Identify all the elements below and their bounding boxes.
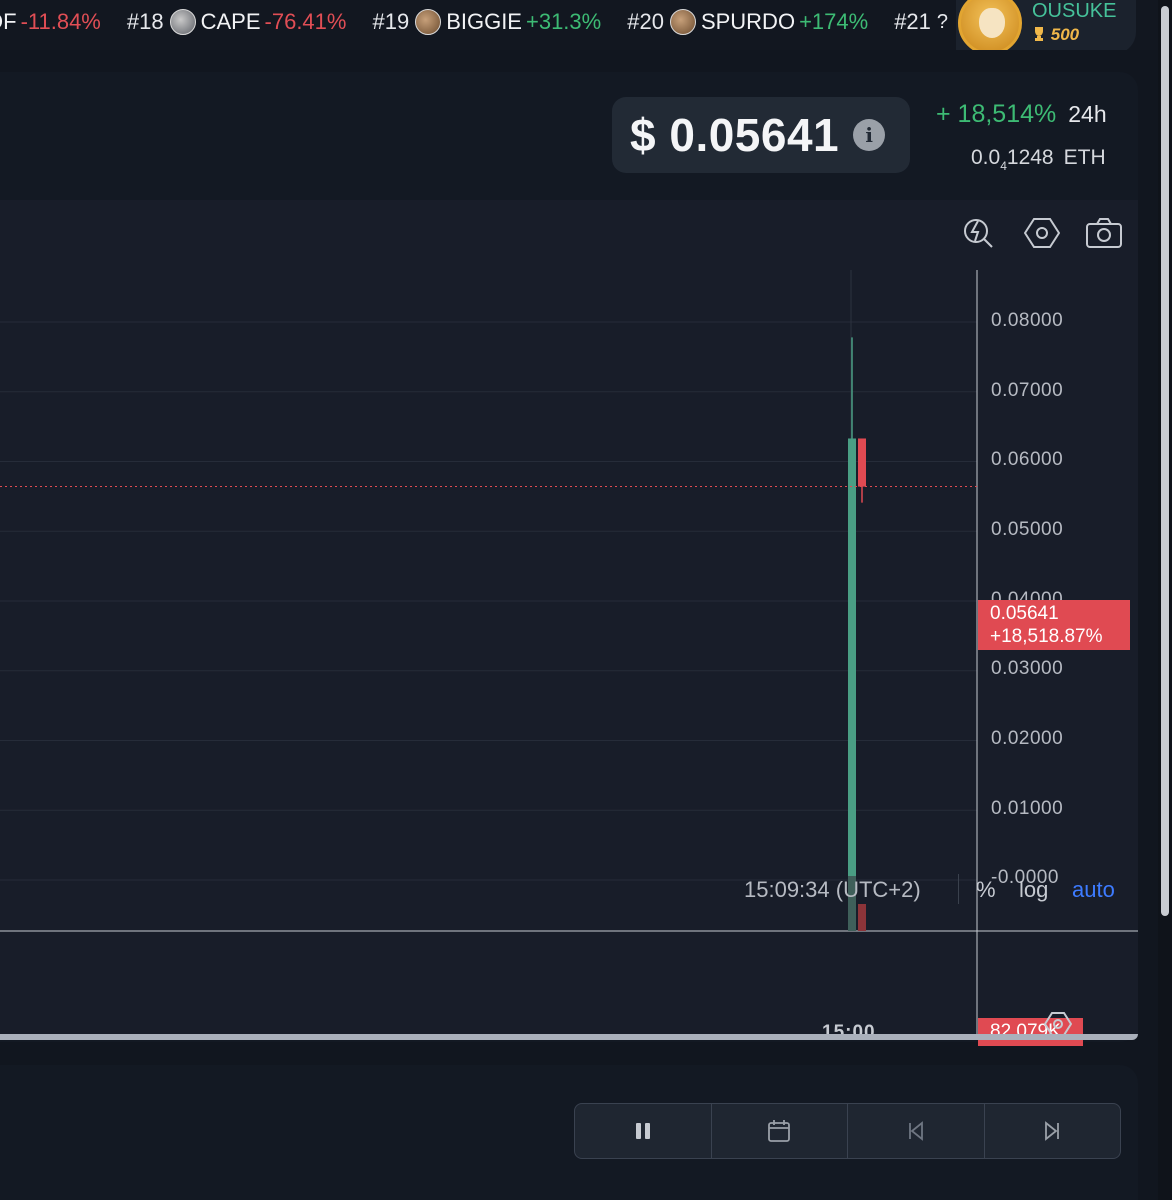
ticker-symbol: OF bbox=[0, 9, 17, 34]
y-axis-tick: 0.05000 bbox=[991, 519, 1064, 540]
playback-panel bbox=[0, 1065, 1138, 1200]
ticker-item[interactable]: #20 SPURDO +174% bbox=[627, 9, 868, 35]
ticker-change: -11.84% bbox=[20, 9, 101, 34]
auto-toggle[interactable]: auto bbox=[1072, 877, 1115, 903]
chart-panel: $ 0.05641 i + 18,514% 24h 0.041248 ETH 0.… bbox=[0, 72, 1138, 1046]
step-back-icon bbox=[908, 1121, 923, 1141]
ticker-symbol: ? bbox=[936, 10, 949, 33]
candle-body bbox=[858, 438, 866, 487]
step-forward-button[interactable] bbox=[985, 1104, 1121, 1158]
price-usd: $ 0.05641 bbox=[630, 109, 840, 161]
chart-footer: 15:09:34 (UTC+2) % log auto bbox=[0, 862, 1138, 907]
ticker-rank: #21 bbox=[894, 9, 931, 34]
price-chart[interactable] bbox=[0, 200, 1138, 1035]
user-meta: OUSUKE 500 bbox=[1032, 1, 1116, 45]
step-forward-icon bbox=[1045, 1121, 1060, 1141]
token-avatar-icon bbox=[669, 9, 696, 35]
step-back-button[interactable] bbox=[848, 1104, 985, 1158]
ticker-track: OF -11.84% #18 CAPE -76.41% #19 BIGGIE +… bbox=[0, 0, 1006, 44]
x-axis-tick: 15:00 bbox=[822, 1022, 876, 1043]
ticker-change: -76.41% bbox=[264, 9, 347, 34]
ticker-rank: #19 bbox=[372, 9, 410, 34]
y-axis-tick: 0.08000 bbox=[991, 310, 1064, 331]
change-value: + 18,514% bbox=[936, 100, 1057, 128]
ticker-item[interactable]: OF -11.84% bbox=[0, 9, 101, 35]
page-scrollbar[interactable] bbox=[1158, 0, 1172, 1200]
calendar-button[interactable] bbox=[712, 1104, 848, 1158]
pause-button[interactable] bbox=[575, 1104, 712, 1158]
last-price-value: 0.05641 bbox=[990, 603, 1059, 624]
ticker-change: +31.3% bbox=[525, 9, 602, 34]
y-axis-tick: 0.03000 bbox=[991, 658, 1064, 679]
last-price-tag: 0.05641 +18,518.87% bbox=[978, 600, 1130, 650]
trophy-icon bbox=[1035, 27, 1043, 41]
ticker-symbol: BIGGIE bbox=[446, 9, 522, 34]
chart-clock: 15:09:34 (UTC+2) bbox=[744, 877, 921, 902]
scrollbar-thumb[interactable] bbox=[1161, 6, 1169, 916]
ticker-item[interactable]: #19 BIGGIE +31.3% bbox=[372, 9, 601, 35]
y-axis-tick: 0.02000 bbox=[991, 728, 1064, 749]
chart-resize-handle[interactable] bbox=[0, 1034, 1138, 1040]
ticker-symbol: SPURDO bbox=[700, 9, 796, 34]
ticker-rank: #20 bbox=[627, 9, 664, 34]
pause-icon bbox=[635, 1123, 650, 1139]
ticker-bar: OF -11.84% #18 CAPE -76.41% #19 BIGGIE +… bbox=[0, 0, 1172, 50]
ticker-rank: #18 bbox=[126, 9, 164, 34]
points-value: 500 bbox=[1050, 25, 1080, 44]
ticker-change: +174% bbox=[799, 9, 869, 34]
y-axis-tick: 0.07000 bbox=[991, 380, 1064, 401]
change-period: 24h bbox=[1068, 101, 1107, 127]
ticker-item[interactable]: #18 CAPE -76.41% bbox=[126, 9, 347, 35]
eth-zeros: 4 bbox=[1000, 159, 1007, 173]
user-points: 500 bbox=[1032, 25, 1116, 45]
chart-area[interactable]: 0.08000 0.07000 0.06000 0.05000 0.04000 … bbox=[0, 200, 1138, 1046]
eth-unit: ETH bbox=[1063, 146, 1106, 169]
eth-digits: 1248 bbox=[1006, 146, 1054, 169]
volume-bar bbox=[858, 904, 866, 931]
y-axis-tick: 0.06000 bbox=[991, 449, 1064, 470]
playback-controls bbox=[574, 1103, 1121, 1159]
info-icon[interactable]: i bbox=[853, 119, 886, 151]
y-axis-tick: 0.01000 bbox=[991, 798, 1064, 819]
user-name: OUSUKE bbox=[1032, 0, 1117, 22]
doge-avatar-icon bbox=[958, 0, 1022, 50]
eth-prefix: 0.0 bbox=[971, 146, 1001, 169]
change-24h: + 18,514% 24h bbox=[936, 100, 1107, 129]
calendar-icon bbox=[768, 1120, 791, 1142]
token-avatar-icon bbox=[169, 9, 196, 35]
price-eth: 0.041248 ETH bbox=[971, 146, 1106, 173]
last-price-change: +18,518.87% bbox=[990, 626, 1103, 647]
candle-body bbox=[848, 438, 856, 878]
ticker-symbol: CAPE bbox=[200, 9, 261, 34]
price-box: $ 0.05641 i bbox=[612, 97, 910, 173]
token-avatar-icon bbox=[415, 9, 442, 35]
user-profile[interactable]: OUSUKE 500 bbox=[956, 0, 1136, 50]
percent-toggle[interactable]: % bbox=[976, 877, 996, 903]
log-toggle[interactable]: log bbox=[1019, 877, 1048, 903]
footer-divider bbox=[958, 874, 959, 904]
